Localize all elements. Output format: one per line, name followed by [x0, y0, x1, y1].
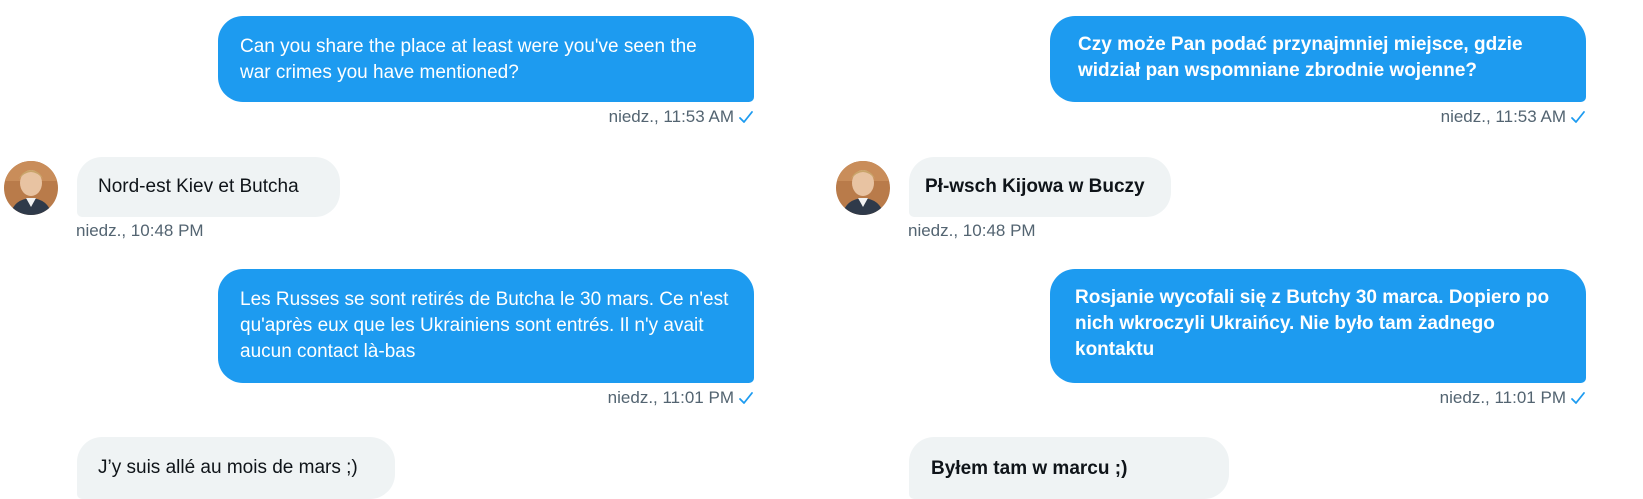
message-text: Rosjanie wycofali się z Butchy 30 marca.… [1075, 287, 1550, 360]
message-bubble-incoming[interactable]: Pł-wsch Kijowa w Buczy [909, 157, 1171, 217]
message-timestamp: niedz., 11:53 AM [450, 104, 754, 130]
message-bubble-outgoing[interactable]: Can you share the place at least were yo… [218, 16, 754, 102]
message-bubble-outgoing[interactable]: Les Russes se sont retirés de Butcha le … [218, 269, 754, 383]
checkmark-icon [739, 392, 753, 404]
timestamp-text: niedz., 11:53 AM [1440, 107, 1566, 126]
avatar[interactable] [4, 161, 58, 215]
message-text: Czy może Pan podać przynajmniej miejsce,… [1078, 34, 1523, 81]
message-text: Nord-est Kiev et Butcha [98, 176, 299, 197]
timestamp-text: niedz., 11:01 PM [607, 388, 734, 407]
message-bubble-incoming[interactable]: Byłem tam w marcu ;) [909, 437, 1229, 499]
message-bubble-incoming[interactable]: Nord-est Kiev et Butcha [77, 157, 340, 217]
message-timestamp: niedz., 10:48 PM [908, 218, 1036, 244]
message-bubble-incoming[interactable]: J’y suis allé au mois de mars ;) [77, 437, 395, 499]
avatar[interactable] [836, 161, 890, 215]
timestamp-text: niedz., 11:01 PM [1439, 388, 1566, 407]
message-text: Can you share the place at least were yo… [240, 36, 697, 83]
message-timestamp: niedz., 11:01 PM [450, 385, 754, 411]
timestamp-text: niedz., 10:48 PM [76, 221, 204, 240]
message-bubble-outgoing[interactable]: Rosjanie wycofali się z Butchy 30 marca.… [1050, 269, 1586, 383]
message-text: Les Russes se sont retirés de Butcha le … [240, 289, 729, 362]
message-timestamp: niedz., 11:53 AM [1282, 104, 1586, 130]
message-bubble-outgoing[interactable]: Czy może Pan podać przynajmniej miejsce,… [1050, 16, 1586, 102]
timestamp-text: niedz., 11:53 AM [608, 107, 734, 126]
message-timestamp: niedz., 10:48 PM [76, 218, 204, 244]
avatar-image [4, 161, 58, 215]
checkmark-icon [739, 111, 753, 123]
avatar-image [836, 161, 890, 215]
conversation-original: Can you share the place at least were yo… [0, 0, 790, 499]
checkmark-icon [1571, 392, 1585, 404]
message-text: Byłem tam w marcu ;) [931, 458, 1128, 479]
conversation-translation: Czy może Pan podać przynajmniej miejsce,… [832, 0, 1643, 499]
timestamp-text: niedz., 10:48 PM [908, 221, 1036, 240]
message-text: Pł-wsch Kijowa w Buczy [925, 176, 1145, 197]
checkmark-icon [1571, 111, 1585, 123]
message-timestamp: niedz., 11:01 PM [1282, 385, 1586, 411]
message-text: J’y suis allé au mois de mars ;) [98, 457, 358, 478]
